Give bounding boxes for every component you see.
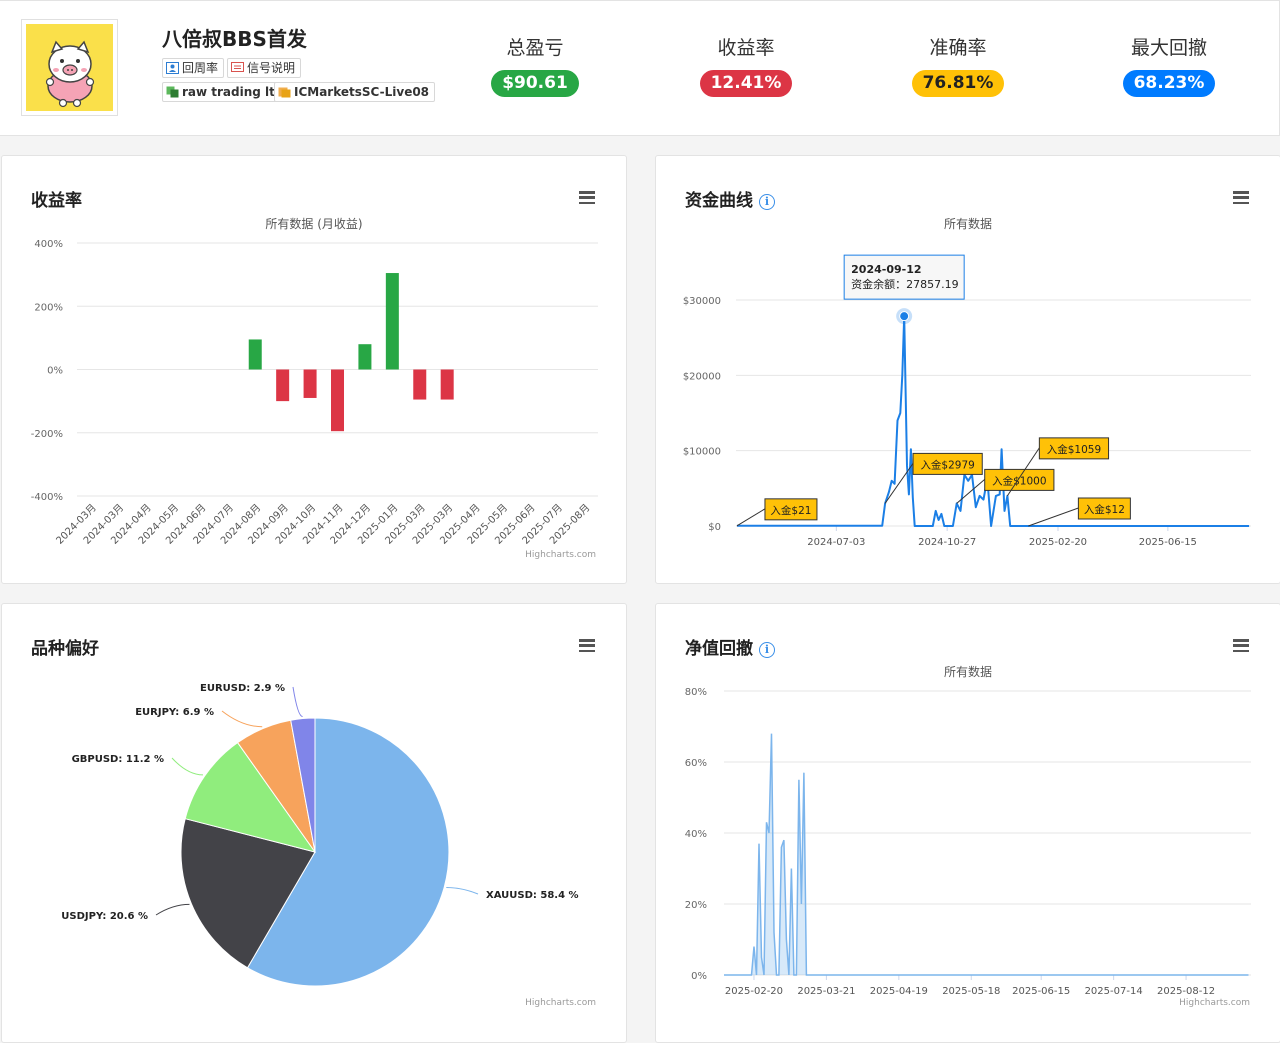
y-tick-label: 60% bbox=[685, 758, 707, 769]
pie-connector bbox=[446, 887, 479, 895]
stat-label: 最大回撤 bbox=[1130, 37, 1207, 59]
x-tick-label: 2025-06-15 bbox=[1012, 986, 1070, 997]
account-name: 八倍叔BBS首发 bbox=[162, 27, 307, 51]
bar bbox=[303, 369, 317, 398]
annotation-connector bbox=[1028, 507, 1079, 527]
x-tick-label: 2025-02-20 bbox=[725, 986, 783, 997]
x-tick-label: 2025-06-15 bbox=[1139, 537, 1197, 548]
stat-return-rate: 收益率 12.41% bbox=[676, 33, 816, 97]
highcharts-credit[interactable]: Highcharts.com bbox=[525, 998, 596, 1008]
annotation-label: 入金$1000 bbox=[992, 474, 1046, 487]
y-tick-label: -200% bbox=[31, 429, 63, 440]
tag-label: 信号说明 bbox=[247, 61, 296, 75]
x-tick-label: 2025-04-19 bbox=[870, 986, 928, 997]
pie-connector bbox=[292, 686, 303, 718]
y-tick-label: 80% bbox=[685, 687, 707, 698]
bar bbox=[331, 369, 344, 432]
x-tick-label: 2024-07-03 bbox=[807, 537, 865, 548]
highcharts-credit[interactable]: Highcharts.com bbox=[1179, 998, 1250, 1008]
returns-panel: 收益率 所有数据 (月收益) 400% 200% 0% -200% -400% 2024-… bbox=[1, 155, 627, 584]
equity-line-chart: $30000 $20000 $10000 $0 2024-07-03 2024-10-27… bbox=[683, 254, 1251, 548]
pie-label: GBPUSD: 11.2 % bbox=[72, 754, 164, 765]
y-tick-label: 400% bbox=[34, 239, 63, 250]
equity-line bbox=[737, 315, 1250, 527]
avatar bbox=[21, 19, 118, 116]
y-tick-label: 200% bbox=[34, 302, 63, 313]
y-tick-label: $0 bbox=[708, 522, 721, 533]
tag-broker[interactable]: raw trading ltd bbox=[162, 82, 290, 102]
bar bbox=[413, 369, 427, 400]
annotation-label: 入金$2979 bbox=[920, 458, 974, 471]
pie-label: XAUUSD: 58.4 % bbox=[486, 890, 579, 901]
y-tick-label: 40% bbox=[685, 829, 707, 840]
pie-connector bbox=[155, 903, 190, 916]
tooltip-date: 2024-09-12 bbox=[851, 263, 921, 276]
returns-bar-chart: 400%200%0%-200%-400%2024-03月2024-03月2024… bbox=[31, 239, 598, 547]
pie-connector bbox=[171, 757, 204, 776]
equity-panel: 资金曲线 i 所有数据 $30000 $20000 $10000 $0 2024-07-0… bbox=[655, 155, 1280, 584]
annotation-label: 入金$21 bbox=[770, 504, 811, 517]
annotation-label: 入金$1059 bbox=[1047, 443, 1101, 456]
stat-label: 总盈亏 bbox=[506, 37, 564, 59]
bar bbox=[358, 344, 372, 370]
server-icon bbox=[278, 87, 291, 98]
tag-label: 回周率 bbox=[182, 61, 219, 75]
y-tick-label: 0% bbox=[47, 366, 63, 377]
x-tick-label: 2025-07-14 bbox=[1085, 986, 1143, 997]
pie-label: EURJPY: 6.9 % bbox=[135, 707, 214, 718]
stat-value: 76.81% bbox=[911, 70, 1005, 97]
pig-avatar-icon bbox=[45, 40, 95, 108]
x-tick-label: 2025-03-21 bbox=[797, 986, 855, 997]
x-tick-label: 2024-10-27 bbox=[918, 537, 976, 548]
person-icon bbox=[166, 62, 179, 74]
stat-value: 68.23% bbox=[1122, 70, 1216, 97]
stat-label: 准确率 bbox=[929, 37, 987, 59]
y-tick-label: -400% bbox=[31, 492, 63, 503]
stat-value: 12.41% bbox=[699, 70, 793, 97]
stat-accuracy: 准确率 76.81% bbox=[888, 33, 1028, 97]
tooltip-value: 资金余额：27857.19 bbox=[851, 277, 959, 291]
pie-label: USDJPY: 20.6 % bbox=[61, 911, 148, 922]
tooltip-box bbox=[843, 254, 965, 300]
bar bbox=[276, 369, 290, 402]
stat-total-pnl: 总盈亏 $90.61 bbox=[465, 33, 605, 97]
bar bbox=[440, 369, 454, 400]
y-tick-label: 0% bbox=[691, 971, 707, 982]
bar bbox=[385, 273, 399, 370]
account-header: 八倍叔BBS首发 回周率 信号说明 raw trading ltd ICMark… bbox=[0, 0, 1280, 136]
tag-label: raw trading ltd bbox=[182, 85, 284, 99]
x-tick-label: 2025-08-12 bbox=[1157, 986, 1215, 997]
hover-marker bbox=[899, 311, 910, 322]
tag-server[interactable]: ICMarketsSC-Live08 bbox=[274, 82, 436, 102]
y-tick-label: 20% bbox=[685, 900, 707, 911]
broker-icon bbox=[166, 86, 179, 98]
drawdown-area-chart: 80% 60% 40% 20% 0% 2025-02-20 2025-03-21 2025-0… bbox=[685, 687, 1251, 997]
y-tick-label: $10000 bbox=[683, 447, 721, 458]
bar bbox=[248, 339, 262, 370]
document-icon bbox=[231, 62, 244, 72]
pie-label: EURUSD: 2.9 % bbox=[200, 683, 285, 694]
annotation-connector bbox=[736, 508, 766, 527]
symbols-panel: 品种偏好 XAUUSD: 58.4 % USDJPY: 20.6 % GBPUSD:… bbox=[1, 603, 627, 1043]
drawdown-panel: 净值回撤 i 所有数据 80% 60% 40% 20% 0% 2025-02-20 2025-… bbox=[655, 603, 1280, 1043]
x-tick-label: 2025-02-20 bbox=[1029, 537, 1087, 548]
annotation-label: 入金$12 bbox=[1084, 503, 1125, 516]
y-tick-label: $20000 bbox=[683, 371, 721, 382]
annotation-connector bbox=[956, 479, 986, 504]
stat-label: 收益率 bbox=[717, 37, 775, 59]
tag-label: ICMarketsSC-Live08 bbox=[294, 85, 430, 99]
stat-max-drawdown: 最大回撤 68.23% bbox=[1099, 33, 1239, 97]
y-tick-label: $30000 bbox=[683, 296, 721, 307]
pie-connector bbox=[221, 710, 263, 728]
tag-signal-info[interactable]: 信号说明 bbox=[227, 58, 302, 78]
tag-turnover[interactable]: 回周率 bbox=[162, 58, 225, 78]
stat-value: $90.61 bbox=[491, 70, 579, 97]
x-tick-label: 2025-05-18 bbox=[942, 986, 1000, 997]
highcharts-credit[interactable]: Highcharts.com bbox=[525, 550, 596, 560]
symbols-pie-chart: XAUUSD: 58.4 % USDJPY: 20.6 % GBPUSD: 11.2… bbox=[61, 683, 579, 987]
